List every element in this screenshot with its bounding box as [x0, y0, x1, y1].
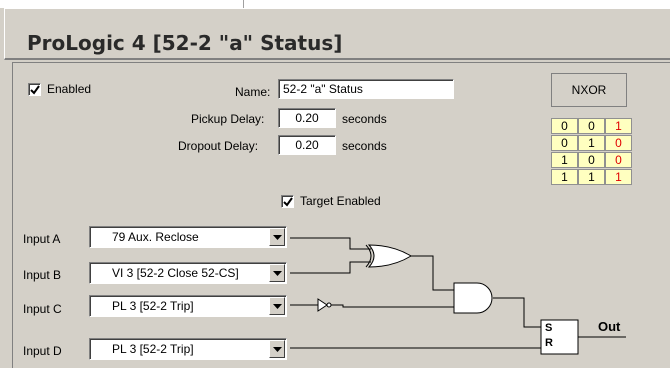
dropdown-button[interactable]: [269, 297, 285, 315]
input-a-label: Input A: [23, 232, 61, 246]
top-strip: [0, 0, 670, 8]
wire-and-out: [493, 297, 541, 328]
wire-not-out: [331, 304, 454, 308]
input-d-value: PL 3 [52-2 Trip]: [112, 342, 194, 356]
latch-set-label: S: [545, 322, 553, 334]
chevron-down-icon: [273, 304, 282, 309]
wire-or-out: [411, 255, 454, 291]
input-b-select[interactable]: VI 3 [52-2 Close 52-CS]: [89, 262, 287, 284]
input-c-select[interactable]: PL 3 [52-2 Trip]: [89, 295, 287, 317]
form-panel: Enabled Name: 52-2 "a" Status Pickup Del…: [12, 62, 670, 368]
input-a-select[interactable]: 79 Aux. Reclose: [89, 226, 287, 248]
or-gate-back: [365, 244, 372, 268]
wire-input-a: [290, 237, 371, 250]
chevron-down-icon: [273, 235, 282, 240]
title-panel: ProLogic 4 [52-2 "a" Status]: [4, 8, 670, 60]
input-c-value: PL 3 [52-2 Trip]: [112, 299, 194, 313]
dropdown-button[interactable]: [269, 264, 285, 282]
window-frame: ProLogic 4 [52-2 "a" Status] Enabled Nam…: [0, 0, 670, 368]
dropdown-button[interactable]: [269, 228, 285, 246]
not-gate-bubble: [326, 302, 332, 308]
input-c-label: Input C: [23, 302, 62, 316]
wire-input-b: [290, 261, 371, 274]
input-d-label: Input D: [23, 344, 62, 358]
dropdown-button[interactable]: [269, 340, 285, 358]
page-title: ProLogic 4 [52-2 "a" Status]: [27, 31, 343, 55]
chevron-down-icon: [273, 271, 282, 276]
and-gate-icon: [453, 282, 493, 314]
not-gate-icon: [317, 298, 328, 312]
or-gate-icon: [367, 244, 412, 268]
logic-diagram: [290, 237, 626, 355]
output-label: Out: [598, 319, 621, 334]
input-b-label: Input B: [23, 268, 62, 282]
chevron-down-icon: [273, 347, 282, 352]
latch-reset-label: R: [545, 337, 553, 349]
strip-separator: [243, 0, 244, 8]
input-d-select[interactable]: PL 3 [52-2 Trip]: [89, 338, 287, 360]
input-b-value: VI 3 [52-2 Close 52-CS]: [112, 266, 239, 280]
input-a-value: 79 Aux. Reclose: [112, 230, 199, 244]
